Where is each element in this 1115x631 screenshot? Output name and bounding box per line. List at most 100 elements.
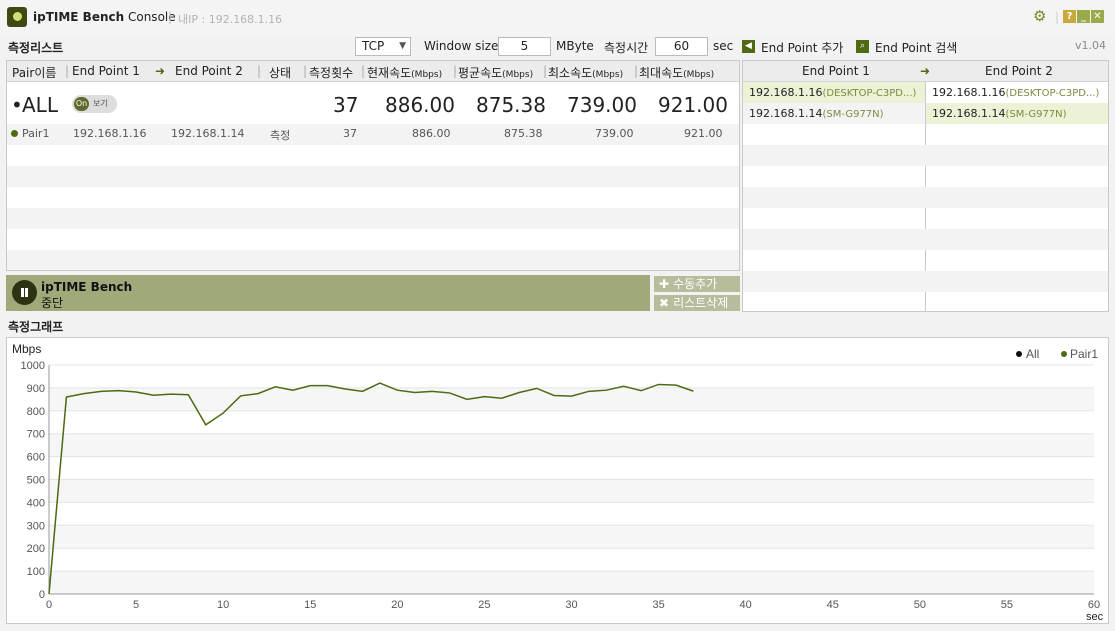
x-tick-label: 45	[827, 599, 839, 611]
y-tick-label: 600	[27, 452, 45, 464]
x-tick-label: 15	[304, 599, 316, 611]
legend-label-pair1: Pair1	[1070, 347, 1098, 361]
empty-row	[743, 271, 1108, 292]
measurement-graph: 0 100 200 300 400 500 600 700 800 900 1000 0 5 10 15 20…	[6, 337, 1109, 624]
empty-row	[7, 208, 739, 229]
duration-label: 측정시간	[604, 41, 649, 55]
y-tick-label: 800	[27, 406, 45, 418]
x-tick-label: 50	[914, 599, 926, 611]
arrow-right-icon: ➜	[155, 64, 166, 78]
view-toggle[interactable]: On 보기	[72, 95, 117, 113]
window-size-unit: MByte	[556, 39, 594, 53]
all-current: 886.00	[385, 93, 455, 117]
my-ip-label: 내IP : 192.168.1.16	[178, 13, 283, 26]
grid-band	[49, 433, 1094, 457]
x-tick-label: 10	[217, 599, 229, 611]
all-average: 875.38	[476, 93, 546, 117]
x-tick-label: 20	[391, 599, 403, 611]
endpoint-header-ep2: End Point 2	[985, 64, 1053, 78]
close-icon: ✖	[659, 296, 670, 310]
header-ep1[interactable]: End Point 1	[72, 64, 140, 78]
bench-status: 중단	[41, 296, 64, 310]
all-row[interactable]: • ALL On 보기 37 886.00 875.38 739.00 921.…	[7, 83, 739, 124]
version-label: v1.04	[1075, 39, 1107, 52]
minimize-button[interactable]: _	[1077, 10, 1090, 23]
header-ep2[interactable]: End Point 2	[175, 64, 243, 78]
endpoint1-item[interactable]: 192.168.1.16(DESKTOP-C3PD...)	[743, 82, 925, 103]
header-max[interactable]: 최대속도(Mbps)	[639, 64, 714, 81]
endpoint2-item[interactable]: 192.168.1.14(SM-G977N)	[926, 103, 1108, 124]
title-divider: |	[1055, 10, 1060, 24]
empty-row	[7, 166, 739, 187]
y-tick-label: 0	[39, 589, 45, 601]
protocol-select[interactable]: TCP ▼	[355, 37, 411, 56]
header-status[interactable]: 상태	[269, 64, 291, 81]
plus-icon: ✚	[659, 277, 670, 291]
close-button[interactable]: ✕	[1091, 10, 1104, 23]
header-count[interactable]: 측정횟수	[309, 64, 353, 81]
all-max: 921.00	[658, 93, 728, 117]
endpoint2-item[interactable]: 192.168.1.16(DESKTOP-C3PD...)	[926, 82, 1108, 103]
arrow-right-icon: ➜	[920, 64, 931, 78]
search-icon[interactable]: ⌕	[856, 40, 869, 53]
add-endpoint-button[interactable]: End Point 추가	[761, 39, 843, 56]
grid-band	[49, 479, 1094, 503]
y-tick-label: 400	[27, 497, 45, 509]
x-tick-label: 55	[1001, 599, 1013, 611]
all-row-name: ALL	[22, 93, 58, 117]
y-tick-label: 900	[27, 383, 45, 395]
add-manual-button[interactable]: ✚ 수동추가	[654, 276, 740, 292]
x-tick-label: 30	[565, 599, 577, 611]
x-tick-label: 0	[46, 599, 52, 611]
measurement-list: Pair이름 | End Point 1 ➜ End Point 2 | 상태 …	[6, 60, 740, 271]
endpoint-panel: End Point 1 ➜ End Point 2 192.168.1.16(D…	[742, 60, 1109, 312]
all-count: 37	[333, 93, 359, 117]
grid-band	[49, 525, 1094, 549]
pause-icon[interactable]	[12, 280, 37, 305]
app-logo-icon	[7, 7, 27, 27]
header-pair[interactable]: Pair이름	[12, 64, 56, 81]
endpoint1-item[interactable]: 192.168.1.14(SM-G977N)	[743, 103, 925, 124]
legend-marker-pair1	[1061, 351, 1067, 357]
window-size-label: Window size	[424, 39, 499, 53]
title-separator: |	[168, 10, 173, 24]
x-tick-label: 5	[133, 599, 139, 611]
grid-band	[49, 571, 1094, 594]
list-section-title: 측정리스트	[8, 41, 64, 55]
grid-band	[49, 387, 1094, 411]
list-header: Pair이름 | End Point 1 ➜ End Point 2 | 상태 …	[7, 61, 739, 82]
x-axis-label: sec	[1086, 611, 1104, 623]
all-min: 739.00	[567, 93, 637, 117]
y-tick-label: 200	[27, 543, 45, 555]
search-endpoint-button[interactable]: End Point 검색	[875, 39, 957, 56]
empty-row	[7, 250, 739, 270]
pair-status-dot	[11, 130, 18, 137]
window-size-input[interactable]: 5	[498, 37, 551, 56]
bench-status-bar: ipTIME Bench 중단	[6, 275, 650, 311]
y-tick-label: 100	[27, 566, 45, 578]
y-tick-label: 300	[27, 520, 45, 532]
bench-name: ipTIME Bench	[41, 280, 133, 294]
duration-input[interactable]: 60	[655, 37, 708, 56]
duration-unit: sec	[713, 39, 734, 53]
graph-section-title: 측정그래프	[8, 320, 64, 334]
legend-label-all: All	[1026, 347, 1039, 361]
endpoint-header: End Point 1 ➜ End Point 2	[743, 61, 1108, 82]
x-tick-label: 40	[740, 599, 752, 611]
y-tick-label: 500	[27, 475, 45, 487]
empty-row	[743, 145, 1108, 166]
graph-canvas: 0 100 200 300 400 500 600 700 800 900 1000 0 5 10 15 20…	[12, 342, 1104, 623]
app-title: ipTIME Bench Console	[33, 10, 176, 24]
x-tick-label: 35	[652, 599, 664, 611]
delete-list-button[interactable]: ✖ 리스트삭제	[654, 295, 740, 311]
help-button[interactable]: ?	[1063, 10, 1076, 23]
header-min[interactable]: 최소속도(Mbps)	[548, 64, 623, 81]
y-axis-label: Mbps	[12, 342, 41, 356]
gear-icon[interactable]: ⚙	[1033, 9, 1048, 24]
y-tick-label: 1000	[21, 360, 45, 372]
table-row[interactable]: Pair1 192.168.1.16 192.168.1.14 측정 37 88…	[7, 124, 739, 145]
y-tick-label: 700	[27, 429, 45, 441]
header-current[interactable]: 현재속도(Mbps)	[367, 64, 442, 81]
header-average[interactable]: 평균속도(Mbps)	[458, 64, 533, 81]
chevron-left-icon[interactable]: ◀	[742, 40, 755, 53]
